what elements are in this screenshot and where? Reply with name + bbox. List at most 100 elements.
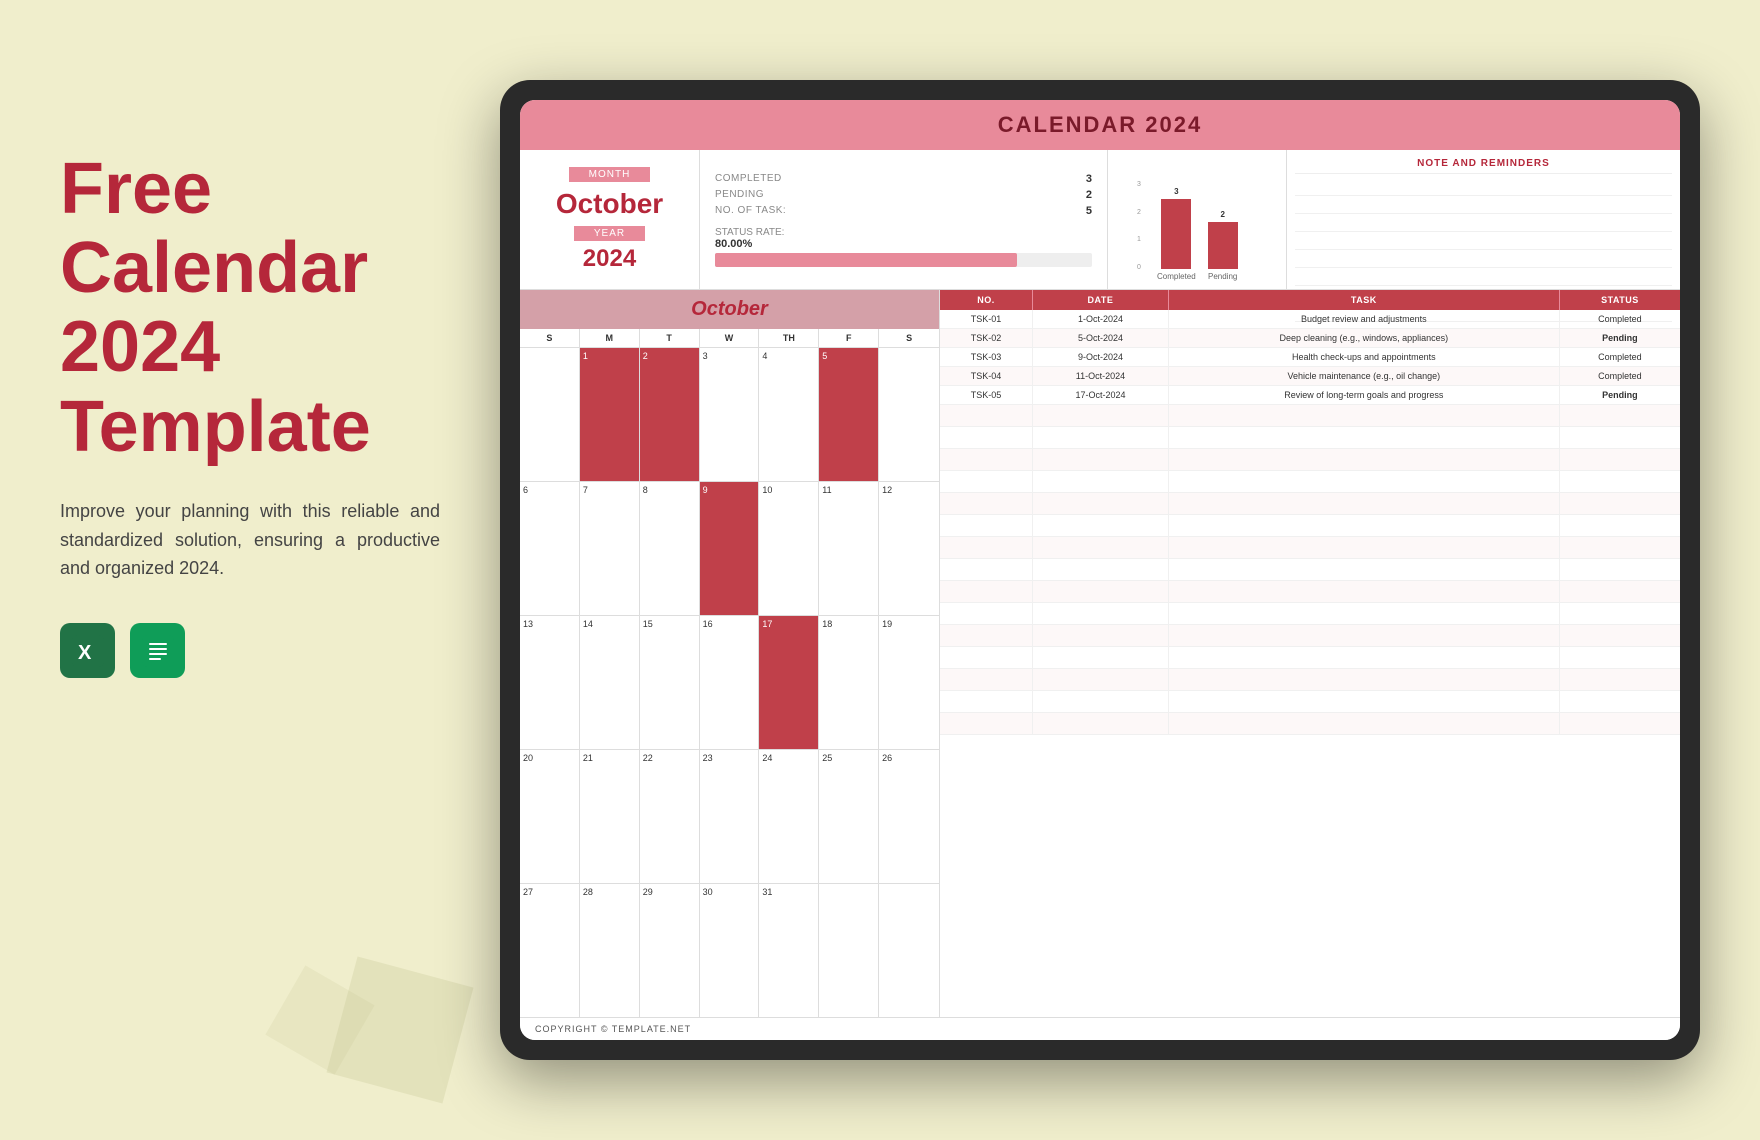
week-row-2: 6 7 8 9 10 11 12: [520, 482, 939, 616]
title-line2: Calendar: [60, 228, 368, 308]
year-value: 2024: [583, 245, 636, 273]
col-no: NO.: [940, 290, 1033, 310]
task-desc: Review of long-term goals and progress: [1168, 386, 1559, 405]
table-row-empty: [940, 691, 1680, 713]
dow-s: S: [520, 329, 580, 347]
cal-footer: COPYRIGHT © TEMPLATE.NET: [520, 1017, 1680, 1040]
description-text: Improve your planning with this reliable…: [60, 497, 440, 583]
table-row: TSK-02 5-Oct-2024 Deep cleaning (e.g., w…: [940, 329, 1680, 348]
col-status: STATUS: [1559, 290, 1680, 310]
cal-cell-29: 29: [640, 884, 700, 1017]
table-row-empty: [940, 493, 1680, 515]
table-row-empty: [940, 581, 1680, 603]
task-desc: Deep cleaning (e.g., windows, appliances…: [1168, 329, 1559, 348]
dow-w: W: [700, 329, 760, 347]
bars-container: 3 Completed 2 Pending: [1157, 187, 1238, 281]
days-of-week-row: S M T W TH F S: [520, 329, 939, 348]
table-row: TSK-01 1-Oct-2024 Budget review and adju…: [940, 310, 1680, 329]
col-task: TASK: [1168, 290, 1559, 310]
table-row-empty: [940, 713, 1680, 735]
main-title: Free Calendar 2024 Template: [60, 150, 440, 467]
calendar-month-header: October: [520, 290, 939, 329]
task-status: Pending: [1559, 329, 1680, 348]
cal-cell-8: 8: [640, 482, 700, 615]
cal-cell-empty-4: [879, 884, 939, 1017]
svg-text:X: X: [78, 642, 92, 664]
stat-completed: COMPLETED 3: [715, 173, 1092, 185]
note-line-3: [1295, 216, 1672, 232]
notes-header: NOTE AND REMINDERS: [1295, 158, 1672, 174]
dow-th: TH: [759, 329, 819, 347]
task-count-label: NO. OF TASK:: [715, 205, 786, 216]
task-no: TSK-05: [940, 386, 1033, 405]
cal-cell-25: 25: [819, 750, 879, 883]
cal-cell-12: 12: [879, 482, 939, 615]
note-line-4: [1295, 234, 1672, 250]
cal-cell-14: 14: [580, 616, 640, 749]
cal-cell-2: 2: [640, 348, 700, 481]
cal-cell-20: 20: [520, 750, 580, 883]
title-line1: Free: [60, 149, 212, 229]
calendar-header: CALENDAR 2024: [520, 100, 1680, 150]
excel-icon[interactable]: X: [60, 623, 115, 678]
note-line-1: [1295, 180, 1672, 196]
cal-cell-30: 30: [700, 884, 760, 1017]
table-row-empty: [940, 559, 1680, 581]
notes-panel: NOTE AND REMINDERS: [1287, 150, 1680, 289]
month-label: MONTH: [569, 167, 651, 182]
task-no: TSK-02: [940, 329, 1033, 348]
cal-cell-empty-2: [879, 348, 939, 481]
stat-pending: PENDING 2: [715, 189, 1092, 201]
week-row-4: 20 21 22 23 24 25 26: [520, 750, 939, 884]
cal-cell-5: 5: [819, 348, 879, 481]
cal-cell-7: 7: [580, 482, 640, 615]
cal-cell-28: 28: [580, 884, 640, 1017]
stats-row: MONTH October YEAR 2024 COMPLETED 3 PEND…: [520, 150, 1680, 290]
calendar-section: October S M T W TH F S: [520, 290, 940, 1017]
app-icons: X: [60, 623, 440, 678]
task-date: 11-Oct-2024: [1033, 367, 1169, 386]
cal-cell-21: 21: [580, 750, 640, 883]
table-row-empty: [940, 405, 1680, 427]
bar-completed: 3 Completed: [1157, 187, 1196, 281]
status-rate-container: STATUS RATE: 80.00%: [715, 221, 1092, 267]
sheets-icon[interactable]: [130, 623, 185, 678]
pending-label: PENDING: [715, 189, 764, 200]
table-row-empty: [940, 449, 1680, 471]
completed-value: 3: [1086, 173, 1092, 185]
cal-grid: S M T W TH F S 1 2 3: [520, 329, 939, 1017]
cal-cell-empty-3: [819, 884, 879, 1017]
task-no: TSK-04: [940, 367, 1033, 386]
cal-cell-22: 22: [640, 750, 700, 883]
cal-cell-empty-1: [520, 348, 580, 481]
task-date: 9-Oct-2024: [1033, 348, 1169, 367]
table-row-empty: [940, 603, 1680, 625]
task-status: Completed: [1559, 310, 1680, 329]
cal-cell-27: 27: [520, 884, 580, 1017]
cal-cell-4: 4: [759, 348, 819, 481]
col-date: DATE: [1033, 290, 1169, 310]
dow-s2: S: [879, 329, 939, 347]
table-row-empty: [940, 537, 1680, 559]
table-row-empty: [940, 647, 1680, 669]
task-count-value: 5: [1086, 205, 1092, 217]
task-desc: Vehicle maintenance (e.g., oil change): [1168, 367, 1559, 386]
cal-cell-16: 16: [700, 616, 760, 749]
month-year-panel: MONTH October YEAR 2024: [520, 150, 700, 289]
month-name: October: [556, 188, 663, 220]
cal-cell-17: 17: [759, 616, 819, 749]
task-date: 1-Oct-2024: [1033, 310, 1169, 329]
table-row: TSK-04 11-Oct-2024 Vehicle maintenance (…: [940, 367, 1680, 386]
cal-cell-31: 31: [759, 884, 819, 1017]
year-label: YEAR: [574, 226, 645, 241]
main-content: October S M T W TH F S: [520, 290, 1680, 1017]
task-date: 5-Oct-2024: [1033, 329, 1169, 348]
task-status: Completed: [1559, 348, 1680, 367]
cal-cell-10: 10: [759, 482, 819, 615]
task-date: 17-Oct-2024: [1033, 386, 1169, 405]
task-status: Completed: [1559, 367, 1680, 386]
title-line4: Template: [60, 387, 371, 467]
task-status: Pending: [1559, 386, 1680, 405]
table-row-empty: [940, 625, 1680, 647]
task-no: TSK-03: [940, 348, 1033, 367]
